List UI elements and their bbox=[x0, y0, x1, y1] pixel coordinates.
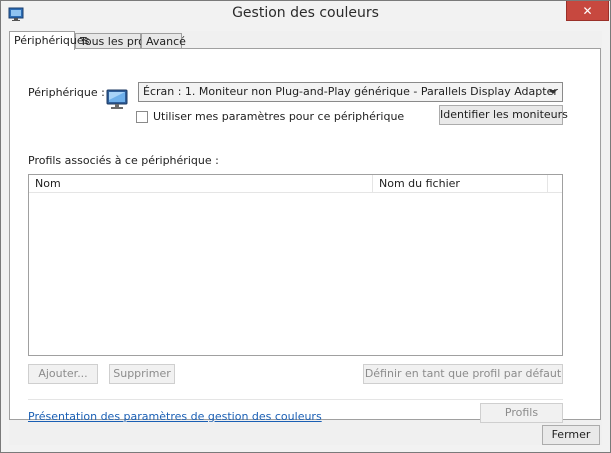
profiles-list-header: Nom Nom du fichier bbox=[29, 175, 562, 193]
column-separator[interactable] bbox=[547, 175, 548, 193]
monitor-icon bbox=[106, 89, 128, 109]
tab-devices[interactable]: Périphériques bbox=[9, 31, 89, 50]
use-my-settings-label[interactable]: Utiliser mes paramètres pour ce périphér… bbox=[153, 110, 404, 123]
add-profile-button[interactable]: Ajouter... bbox=[28, 364, 98, 384]
window-title: Gestion des couleurs bbox=[232, 5, 379, 21]
close-icon: ✕ bbox=[582, 4, 593, 18]
devices-tab-panel: Périphérique : Écran : 1. Moniteur non P… bbox=[9, 48, 601, 423]
color-management-window: Gestion des couleurs ✕ Périphériques Tou… bbox=[0, 0, 611, 453]
divider bbox=[28, 399, 563, 400]
device-select-value: Écran : 1. Moniteur non Plug-and-Play gé… bbox=[143, 85, 563, 98]
remove-profile-button[interactable]: Supprimer bbox=[109, 364, 175, 384]
tab-advanced[interactable]: Avancé bbox=[141, 33, 186, 49]
identify-monitors-button[interactable]: Identifier les moniteurs bbox=[439, 105, 568, 125]
profiles-button[interactable]: Profils bbox=[480, 403, 563, 423]
profiles-list[interactable]: Nom Nom du fichier bbox=[28, 174, 563, 356]
associated-profiles-label: Profils associés à ce périphérique : bbox=[28, 154, 219, 167]
color-management-overview-link[interactable]: Présentation des paramètres de gestion d… bbox=[28, 410, 322, 423]
chevron-down-icon bbox=[549, 90, 557, 94]
device-select[interactable]: Écran : 1. Moniteur non Plug-and-Play gé… bbox=[138, 82, 563, 102]
set-default-profile-button[interactable]: Définir en tant que profil par défaut bbox=[363, 364, 563, 384]
column-header-name[interactable]: Nom bbox=[29, 175, 372, 193]
close-window-button[interactable]: ✕ bbox=[566, 1, 609, 21]
close-dialog-button[interactable]: Fermer bbox=[542, 425, 600, 445]
column-header-filename[interactable]: Nom du fichier bbox=[373, 175, 547, 193]
dialog-content: Périphériques Tous les profils Avancé Pé… bbox=[9, 31, 602, 445]
title-bar[interactable]: Gestion des couleurs ✕ bbox=[1, 1, 610, 30]
device-label: Périphérique : bbox=[28, 86, 105, 99]
use-my-settings-checkbox[interactable] bbox=[136, 111, 148, 123]
